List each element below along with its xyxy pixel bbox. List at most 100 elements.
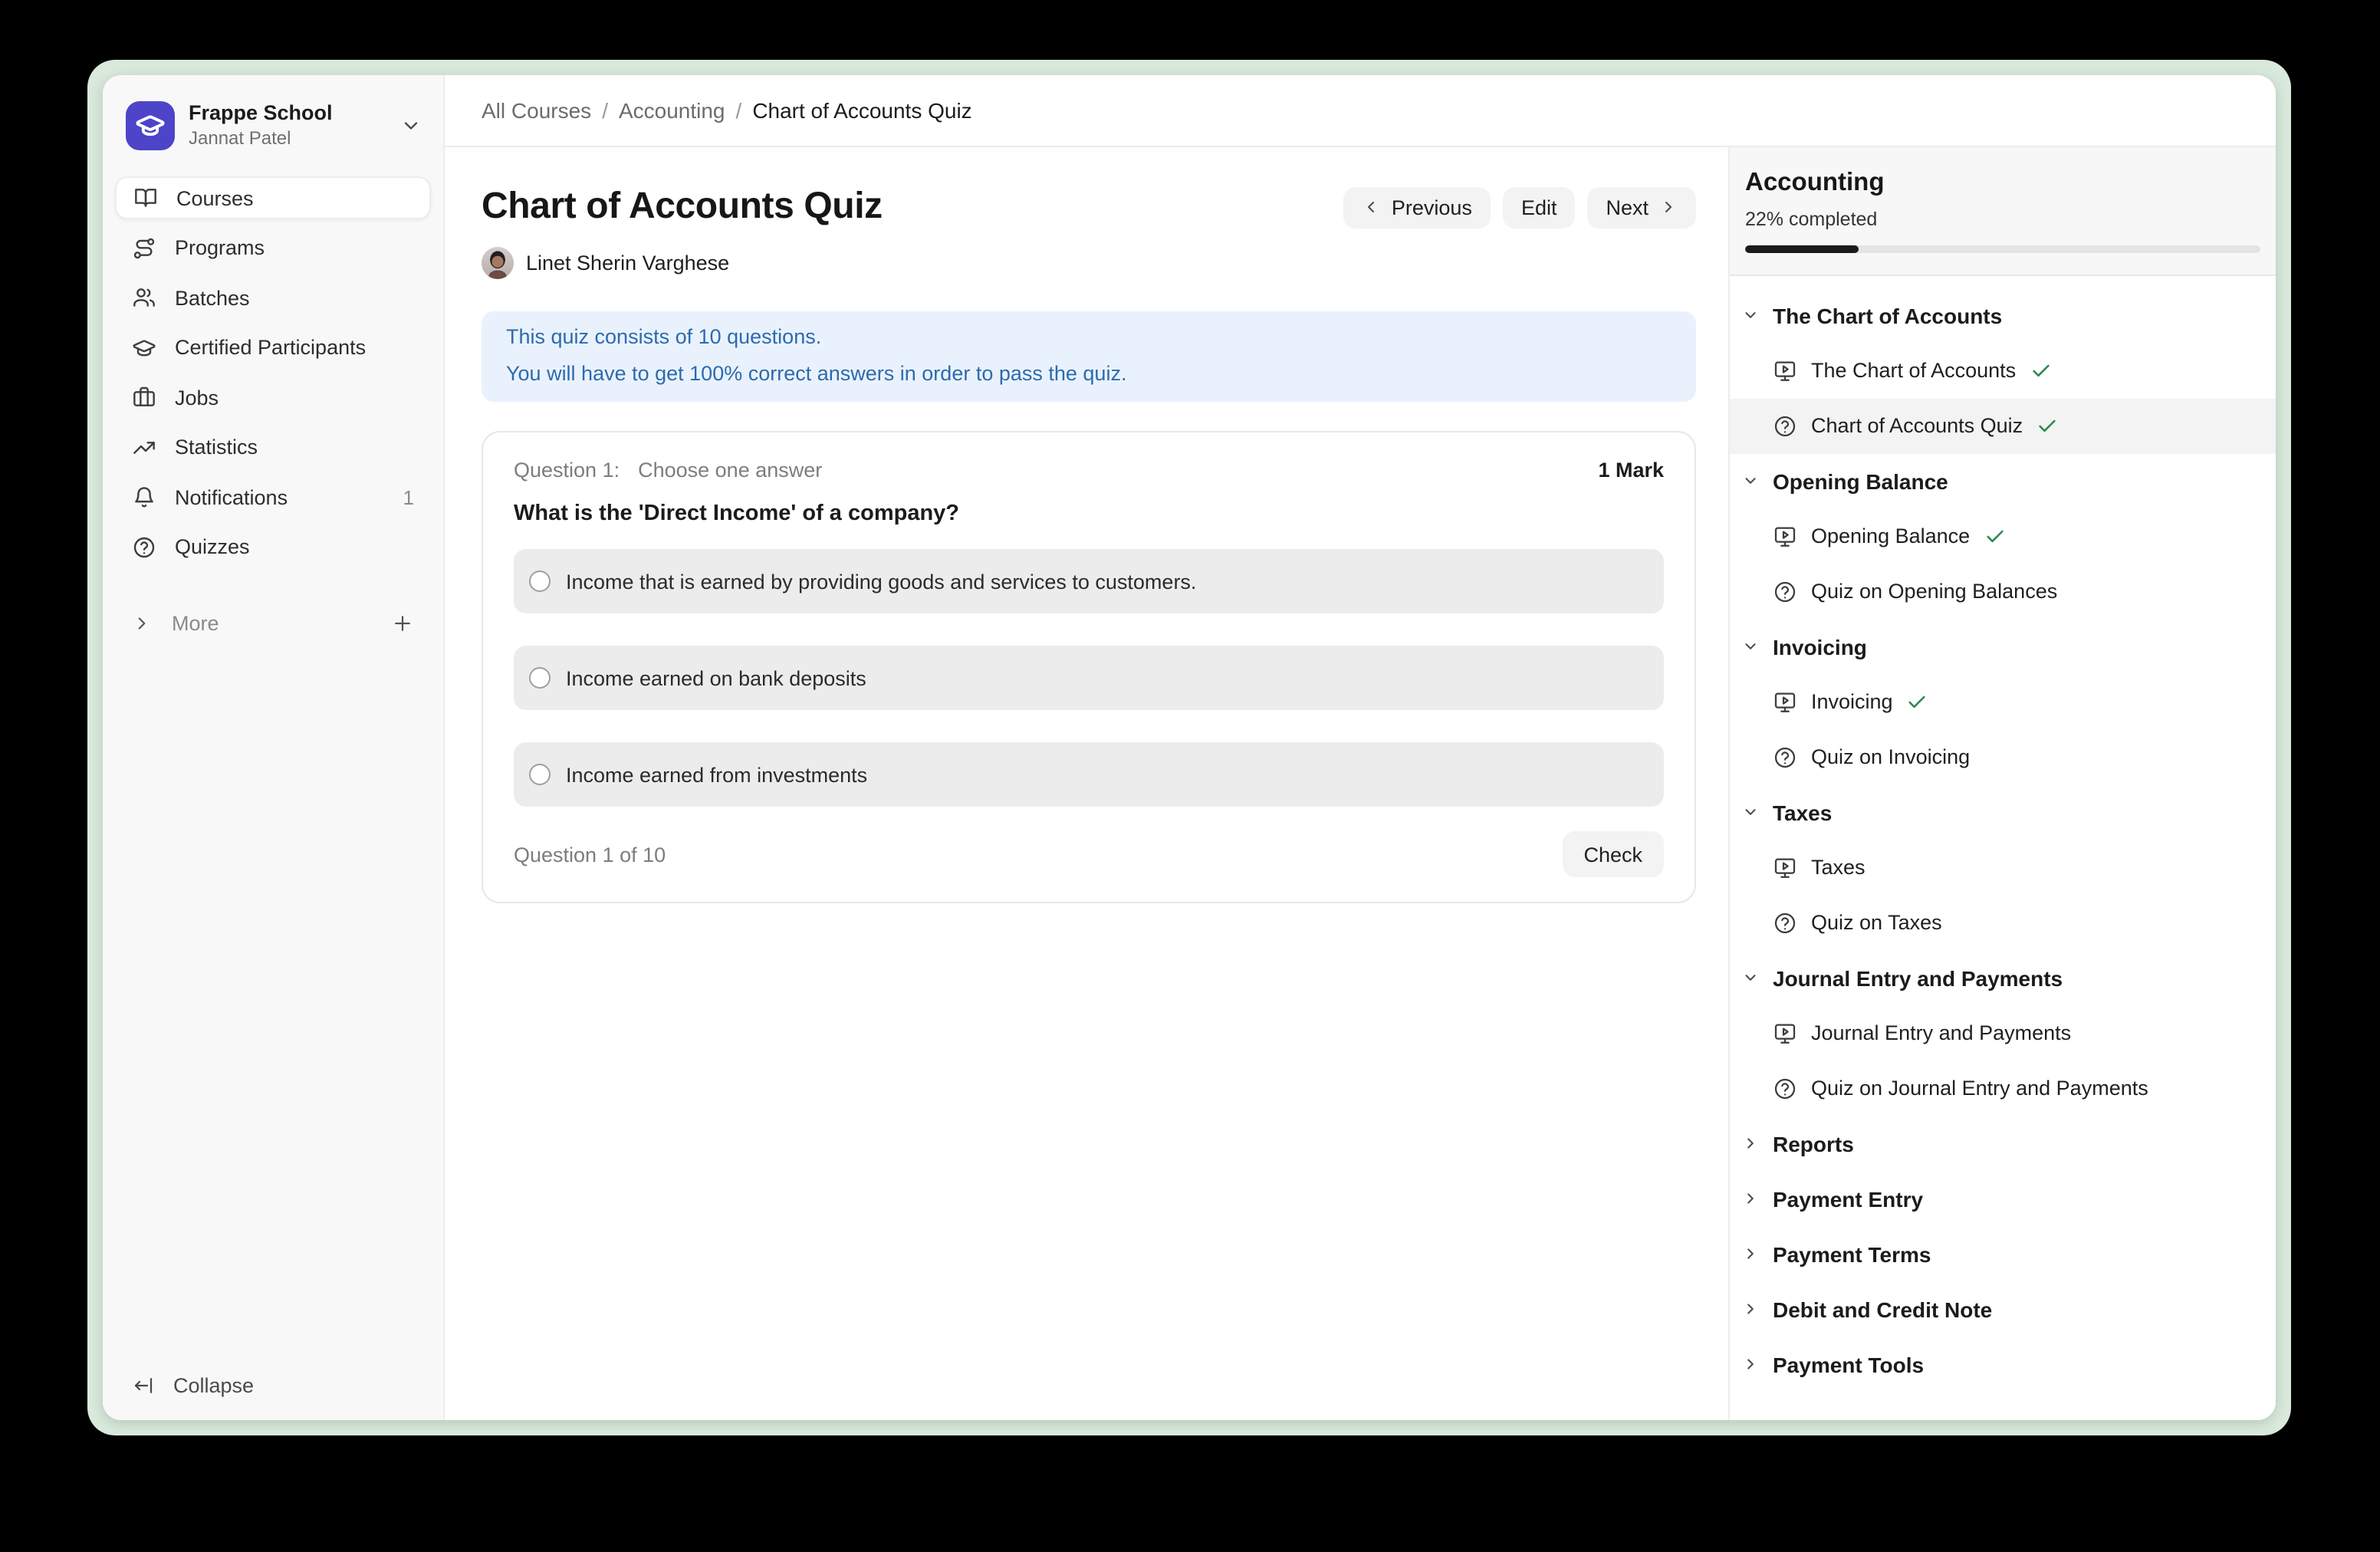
chevron-down-icon <box>1742 307 1759 324</box>
plus-icon[interactable] <box>391 612 414 635</box>
course-outline-list: The Chart of Accounts The Chart of Accou… <box>1730 275 2276 1420</box>
book-open-icon <box>133 186 158 210</box>
chevron-right-icon <box>1742 1245 1759 1262</box>
author-row: Linet Sherin Varghese <box>482 247 1696 279</box>
lesson-row[interactable]: Taxes <box>1730 840 2276 895</box>
sidebar-item-label: Certified Participants <box>175 336 366 359</box>
sidebar-item-statistics[interactable]: Statistics <box>115 426 431 469</box>
chevron-down-icon <box>1742 969 1759 986</box>
sidebar-item-notifications[interactable]: Notifications 1 <box>115 475 431 518</box>
breadcrumb-accounting[interactable]: Accounting <box>619 98 725 123</box>
chevron-left-icon <box>1363 198 1381 216</box>
breadcrumb-all-courses[interactable]: All Courses <box>482 98 591 123</box>
lesson-row[interactable]: Quiz on Journal Entry and Payments <box>1730 1060 2276 1116</box>
chevron-right-icon <box>1659 198 1678 216</box>
breadcrumb-separator: / <box>736 98 742 123</box>
chapter-title: Journal Entry and Payments <box>1773 965 2063 990</box>
workspace-name: Frappe School <box>189 100 400 126</box>
sidebar-item-label: Notifications <box>175 485 288 508</box>
lesson-title: Quiz on Taxes <box>1811 911 1942 934</box>
breadcrumb-separator: / <box>602 98 608 123</box>
edit-button[interactable]: Edit <box>1503 186 1576 228</box>
chapter-row[interactable]: Debit and Credit Note <box>1730 1281 2276 1337</box>
monitor-play-icon <box>1773 689 1797 714</box>
lesson-row[interactable]: Quiz on Taxes <box>1730 895 2276 950</box>
course-title: Accounting <box>1745 169 2260 198</box>
app-window-frame: Frappe School Jannat Patel <box>87 60 2291 1435</box>
sidebar-item-label: Programs <box>175 236 265 259</box>
quiz-main: Chart of Accounts Quiz Previous Edit <box>445 147 1728 1420</box>
lesson-title: Opening Balance <box>1811 524 1970 547</box>
answer-option-label: Income earned from investments <box>566 763 867 786</box>
main-column: All Courses / Accounting / Chart of Acco… <box>445 75 2276 1420</box>
chapter-row[interactable]: Opening Balance <box>1730 453 2276 508</box>
chapter-title: Invoicing <box>1773 634 1867 659</box>
check-icon <box>2036 415 2058 436</box>
question-footer: Question 1 of 10 Check <box>514 831 1664 877</box>
radio-button-icon[interactable] <box>529 667 551 689</box>
sidebar-item-jobs[interactable]: Jobs <box>115 376 431 419</box>
chapter-row[interactable]: Payment Tools <box>1730 1337 2276 1392</box>
monitor-play-icon <box>1773 855 1797 880</box>
chapter-row[interactable]: Invoicing <box>1730 619 2276 674</box>
question-number-label: Question 1: <box>514 459 620 482</box>
workspace-switcher[interactable]: Frappe School Jannat Patel <box>103 75 443 150</box>
radio-button-icon[interactable] <box>529 570 551 592</box>
help-circle-icon <box>132 534 156 559</box>
lesson-row-active[interactable]: Chart of Accounts Quiz <box>1730 398 2276 453</box>
chapter-row[interactable]: Reports <box>1730 1116 2276 1171</box>
sidebar-more-label: More <box>172 612 219 635</box>
progress-fill <box>1745 245 1859 252</box>
lesson-row[interactable]: Invoicing <box>1730 674 2276 729</box>
lesson-title: Journal Entry and Payments <box>1811 1021 2071 1044</box>
quiz-notice: This quiz consists of 10 questions. You … <box>482 311 1696 402</box>
users-icon <box>132 285 156 310</box>
lesson-title: Chart of Accounts Quiz <box>1811 414 2023 437</box>
sidebar-item-courses[interactable]: Courses <box>115 176 431 219</box>
previous-button[interactable]: Previous <box>1344 186 1491 228</box>
question-progress: Question 1 of 10 <box>514 843 666 866</box>
lesson-title: Quiz on Opening Balances <box>1811 580 2057 603</box>
chevron-right-icon <box>1742 1135 1759 1152</box>
chapter-row[interactable]: Payment Terms <box>1730 1226 2276 1281</box>
sidebar-item-batches[interactable]: Batches <box>115 276 431 319</box>
collapse-arrow-icon <box>132 1374 155 1397</box>
lesson-row[interactable]: The Chart of Accounts <box>1730 343 2276 398</box>
page-title: Chart of Accounts Quiz <box>482 186 883 229</box>
lesson-row[interactable]: Journal Entry and Payments <box>1730 1005 2276 1060</box>
lesson-row[interactable]: Quiz on Opening Balances <box>1730 564 2276 619</box>
title-row: Chart of Accounts Quiz Previous Edit <box>482 186 1696 229</box>
graduation-cap-icon <box>132 335 156 360</box>
course-progress-bar <box>1745 245 2260 252</box>
answer-option[interactable]: Income earned from investments <box>514 742 1664 807</box>
chevron-right-icon <box>1742 1190 1759 1207</box>
previous-label: Previous <box>1392 196 1472 219</box>
answer-option[interactable]: Income earned on bank deposits <box>514 646 1664 710</box>
sidebar-item-programs[interactable]: Programs <box>115 226 431 269</box>
route-icon <box>132 235 156 260</box>
author-avatar <box>482 247 514 279</box>
monitor-play-icon <box>1773 524 1797 548</box>
lms-app: Frappe School Jannat Patel <box>103 75 2276 1420</box>
sidebar-collapse-button[interactable]: Collapse <box>103 1354 443 1420</box>
collapse-label: Collapse <box>173 1374 254 1397</box>
toolbar: Previous Edit Next <box>1344 186 1696 228</box>
check-button[interactable]: Check <box>1562 831 1664 877</box>
lesson-row[interactable]: Opening Balance <box>1730 508 2276 564</box>
chapter-row[interactable]: Taxes <box>1730 784 2276 840</box>
radio-button-icon[interactable] <box>529 764 551 785</box>
monitor-play-icon <box>1773 358 1797 383</box>
sidebar-more[interactable]: More <box>115 602 431 645</box>
sidebar-item-quizzes[interactable]: Quizzes <box>115 525 431 568</box>
chapter-row[interactable]: Journal Entry and Payments <box>1730 950 2276 1005</box>
chevron-down-icon <box>1742 472 1759 489</box>
chapter-title: Debit and Credit Note <box>1773 1297 1992 1321</box>
answer-option-label: Income earned on bank deposits <box>566 666 866 689</box>
next-button[interactable]: Next <box>1587 186 1696 228</box>
answer-option[interactable]: Income that is earned by providing goods… <box>514 549 1664 613</box>
chapter-row[interactable]: The Chart of Accounts <box>1730 288 2276 343</box>
chapter-row[interactable]: Payment Entry <box>1730 1171 2276 1226</box>
sidebar-item-certified-participants[interactable]: Certified Participants <box>115 326 431 369</box>
lesson-row[interactable]: Quiz on Invoicing <box>1730 729 2276 784</box>
lesson-title: The Chart of Accounts <box>1811 359 2016 382</box>
